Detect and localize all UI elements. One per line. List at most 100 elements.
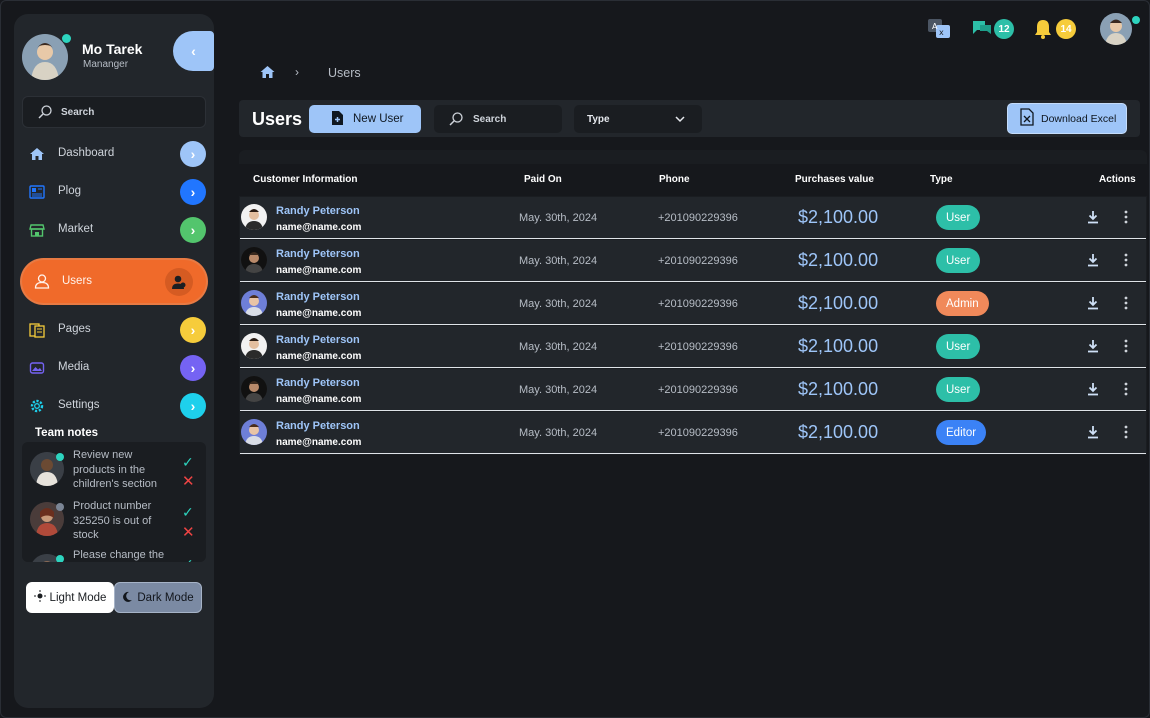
customer-name[interactable]: Randy Peterson	[276, 334, 360, 346]
excel-file-icon	[1020, 108, 1034, 129]
download-excel-button[interactable]: Download Excel	[1007, 103, 1127, 134]
column-header[interactable]: Paid On	[524, 174, 562, 185]
column-header[interactable]: Phone	[659, 174, 690, 185]
online-indicator	[62, 34, 71, 43]
pages-icon	[29, 322, 45, 338]
type-badge: Admin	[936, 291, 989, 316]
chevron-right-icon[interactable]: ›	[180, 317, 206, 343]
sidebar-search[interactable]: Search	[22, 96, 206, 128]
chevron-right-icon[interactable]: ›	[180, 217, 206, 243]
more-vertical-icon[interactable]	[1124, 296, 1128, 315]
download-icon[interactable]	[1087, 382, 1099, 401]
svg-text:x: x	[939, 28, 944, 37]
column-header[interactable]: Customer Information	[253, 174, 357, 185]
profile-role: Mananger	[83, 59, 129, 70]
download-icon[interactable]	[1087, 339, 1099, 358]
online-indicator	[56, 555, 64, 562]
chevron-right-icon[interactable]: ›	[180, 179, 206, 205]
table-row[interactable]: Randy Peterson name@name.com May. 30th, 20…	[240, 412, 1146, 454]
gear-icon	[29, 398, 45, 414]
sidebar-item-users[interactable]: Users	[22, 260, 206, 303]
note-text: Review new products in the children's se…	[73, 449, 158, 490]
customer-email: name@name.com	[276, 222, 362, 233]
column-header[interactable]: Purchases value	[795, 174, 874, 185]
chevron-right-icon[interactable]: ›	[180, 355, 206, 381]
close-icon[interactable]: ✕	[182, 523, 195, 541]
customer-name[interactable]: Randy Peterson	[276, 248, 360, 260]
new-user-label: New User	[353, 113, 404, 125]
paid-on: May. 30th, 2024	[519, 384, 598, 396]
more-vertical-icon[interactable]	[1124, 382, 1128, 401]
blog-icon	[29, 184, 45, 200]
column-header[interactable]: Type	[930, 174, 953, 185]
chevron-right-icon[interactable]: ›	[180, 393, 206, 419]
dark-mode-label: Dark Mode	[137, 591, 194, 604]
customer-name[interactable]: Randy Peterson	[276, 291, 360, 303]
bell-icon[interactable]	[1034, 19, 1052, 47]
sidebar-item-plog[interactable]: Plog ›	[22, 176, 206, 208]
team-notes-title: Team notes	[35, 427, 99, 439]
new-user-button[interactable]: New User	[309, 105, 421, 133]
table-row[interactable]: Randy Peterson name@name.com May. 30th, 20…	[240, 369, 1146, 411]
paid-on: May. 30th, 2024	[519, 212, 598, 224]
paid-on: May. 30th, 2024	[519, 427, 598, 439]
avatar[interactable]	[22, 34, 68, 80]
type-select-label: Type	[587, 114, 610, 125]
search-icon	[448, 111, 464, 132]
avatar	[241, 204, 267, 230]
purchases-value: $2,100.00	[798, 422, 879, 442]
customer-name[interactable]: Randy Peterson	[276, 205, 360, 217]
customer-name[interactable]: Randy Peterson	[276, 377, 360, 389]
sidebar-item-label: Settings	[58, 399, 100, 411]
check-icon[interactable]: ✓	[182, 504, 194, 521]
search-input[interactable]: Search	[434, 105, 562, 133]
table-header: Customer Information Paid On Phone Purch…	[239, 164, 1147, 196]
chevron-right-icon[interactable]: ›	[180, 141, 206, 167]
theme-switch: Light Mode Dark Mode	[24, 581, 204, 615]
type-select[interactable]: Type	[574, 105, 702, 133]
user-avatar-button[interactable]	[1100, 13, 1132, 45]
download-icon[interactable]	[1087, 253, 1099, 272]
check-icon[interactable]: ✓	[182, 556, 194, 562]
close-icon[interactable]: ✕	[182, 472, 195, 490]
customer-name[interactable]: Randy Peterson	[276, 420, 360, 432]
paid-on: May. 30th, 2024	[519, 341, 598, 353]
table-row[interactable]: Randy Peterson name@name.com May. 30th, 20…	[240, 197, 1146, 239]
table-row[interactable]: Randy Peterson name@name.com May. 30th, 20…	[240, 283, 1146, 325]
light-mode-button[interactable]: Light Mode	[26, 582, 114, 613]
collapse-sidebar-button[interactable]: ‹	[173, 31, 214, 71]
online-indicator	[1132, 16, 1140, 24]
type-badge: User	[936, 205, 981, 230]
sidebar-item-dashboard[interactable]: Dashboard ›	[22, 138, 206, 170]
sidebar-item-label: Market	[58, 223, 94, 235]
check-icon[interactable]: ✓	[182, 454, 194, 471]
paid-on: May. 30th, 2024	[519, 255, 598, 267]
sidebar-item-settings[interactable]: Settings ›	[22, 390, 206, 422]
more-vertical-icon[interactable]	[1124, 210, 1128, 229]
home-icon[interactable]	[260, 65, 275, 84]
more-vertical-icon[interactable]	[1124, 253, 1128, 272]
column-header[interactable]: Actions	[1099, 174, 1136, 185]
breadcrumb-current: Users	[328, 66, 361, 80]
sidebar-item-market[interactable]: Market ›	[22, 214, 206, 246]
type-badge: User	[936, 248, 981, 273]
phone: +201090229396	[658, 384, 738, 396]
notifications-count-badge: 14	[1056, 19, 1076, 39]
chat-icon[interactable]	[971, 19, 993, 47]
download-icon[interactable]	[1087, 296, 1099, 315]
sidebar-item-pages[interactable]: Pages ›	[22, 314, 206, 346]
app-window: Mo Tarek Mananger Search Dashboard › Plo…	[0, 0, 1150, 718]
type-badge: Editor	[936, 420, 987, 445]
dark-mode-button[interactable]: Dark Mode	[114, 582, 202, 613]
translate-icon[interactable]: Ax	[927, 18, 951, 46]
more-vertical-icon[interactable]	[1124, 339, 1128, 358]
sidebar-item-media[interactable]: Media ›	[22, 352, 206, 384]
phone: +201090229396	[658, 298, 738, 310]
more-vertical-icon[interactable]	[1124, 425, 1128, 444]
customer-email: name@name.com	[276, 351, 362, 362]
table-row[interactable]: Randy Peterson name@name.com May. 30th, 20…	[240, 326, 1146, 368]
table-row[interactable]: Randy Peterson name@name.com May. 30th, 20…	[240, 240, 1146, 282]
download-icon[interactable]	[1087, 210, 1099, 229]
users-badge-icon	[165, 268, 193, 296]
download-icon[interactable]	[1087, 425, 1099, 444]
